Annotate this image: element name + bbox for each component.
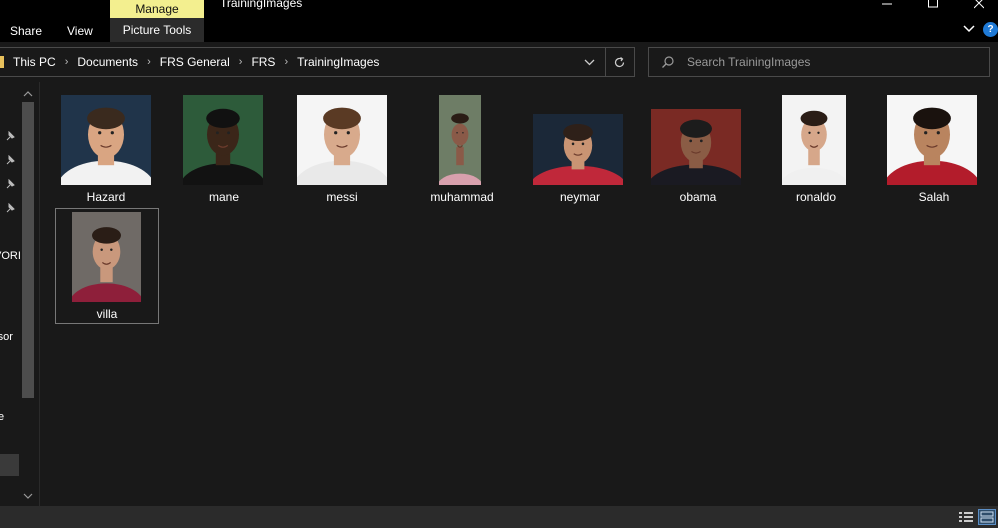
- breadcrumb-item-this-pc[interactable]: This PC: [11, 55, 58, 69]
- details-view-icon[interactable]: [958, 510, 974, 524]
- status-bar: [0, 506, 998, 528]
- file-tile-villa[interactable]: villa: [55, 208, 159, 324]
- file-explorer-window: Manage Picture Tools TrainingImages Shar…: [0, 0, 998, 528]
- file-tile-muhammad[interactable]: muhammad: [410, 91, 514, 205]
- chevron-right-icon[interactable]: ›: [232, 56, 250, 68]
- portrait-image: [782, 95, 846, 185]
- search-icon: [662, 56, 674, 68]
- tab-view[interactable]: View: [67, 24, 93, 38]
- chevron-down-icon: [584, 59, 594, 65]
- file-tile-mane[interactable]: mane: [172, 91, 276, 205]
- address-history-button[interactable]: [581, 54, 597, 70]
- file-name: Salah: [918, 190, 950, 204]
- file-name: ronaldo: [795, 190, 837, 204]
- chevron-right-icon[interactable]: ›: [58, 56, 76, 68]
- portrait-image: [887, 95, 977, 185]
- breadcrumb-item-traininimages[interactable]: TrainingImages: [295, 55, 381, 69]
- address-bar[interactable]: This PC › Documents › FRS General › FRS …: [0, 47, 635, 77]
- file-tile-messi[interactable]: messi: [290, 91, 394, 205]
- chevron-right-icon[interactable]: ›: [140, 56, 158, 68]
- file-name: obama: [679, 190, 717, 204]
- image-thumbnail: [782, 95, 846, 185]
- file-tile-neymar[interactable]: neymar: [528, 91, 632, 205]
- breadcrumb: This PC › Documents › FRS General › FRS …: [11, 48, 381, 76]
- portrait-image: [533, 114, 623, 185]
- pin-icon[interactable]: [6, 155, 16, 165]
- portrait-image: [651, 109, 741, 185]
- maximize-button[interactable]: [910, 0, 956, 10]
- image-thumbnail: [61, 95, 151, 185]
- file-list[interactable]: Hazard mane messi muhammad neymar obama …: [40, 82, 998, 506]
- large-icons-view-icon[interactable]: [978, 509, 996, 525]
- address-row: This PC › Documents › FRS General › FRS …: [0, 42, 998, 82]
- close-button[interactable]: [956, 0, 998, 10]
- file-name: messi: [326, 190, 358, 204]
- image-thumbnail: [887, 95, 977, 185]
- file-tile-ronaldo[interactable]: ronaldo: [764, 91, 868, 205]
- maximize-icon: [928, 0, 938, 8]
- portrait-image: [61, 95, 151, 185]
- picture-tools-tab[interactable]: Picture Tools: [110, 18, 204, 42]
- pin-icon[interactable]: [6, 131, 16, 141]
- portrait-image: [72, 212, 141, 302]
- refresh-icon: [614, 56, 625, 67]
- breadcrumb-item-documents[interactable]: Documents: [75, 55, 140, 69]
- refresh-button[interactable]: [605, 48, 633, 76]
- file-name: Hazard: [86, 190, 126, 204]
- image-thumbnail: [297, 95, 387, 185]
- file-name: muhammad: [430, 190, 494, 204]
- nav-item-label[interactable]: e: [0, 411, 4, 423]
- help-icon[interactable]: ?: [983, 22, 998, 37]
- nav-item-label[interactable]: VORI: [0, 250, 21, 262]
- chevron-down-icon: [23, 493, 33, 499]
- portrait-image: [297, 95, 387, 185]
- scroll-down-button[interactable]: [22, 490, 34, 502]
- image-thumbnail: [183, 95, 263, 185]
- nav-item-label[interactable]: rsor: [0, 331, 13, 343]
- chevron-right-icon[interactable]: ›: [277, 56, 295, 68]
- image-thumbnail: [533, 114, 623, 185]
- file-name: mane: [208, 190, 240, 204]
- image-thumbnail: [651, 109, 741, 185]
- file-name: villa: [96, 307, 118, 321]
- pin-icon[interactable]: [6, 179, 16, 189]
- search-input[interactable]: [687, 48, 983, 76]
- file-tile-hazard[interactable]: Hazard: [54, 91, 158, 205]
- file-name: neymar: [559, 190, 600, 204]
- scroll-up-button[interactable]: [22, 88, 34, 100]
- nav-scrollbar-thumb[interactable]: [22, 102, 34, 398]
- portrait-image: [439, 95, 481, 185]
- minimize-icon: [882, 3, 892, 5]
- chevron-up-icon: [23, 91, 33, 97]
- nav-item-selected[interactable]: [0, 454, 19, 476]
- breadcrumb-item-frs[interactable]: FRS: [249, 55, 277, 69]
- search-box[interactable]: [648, 47, 990, 77]
- pin-icon[interactable]: [6, 203, 16, 213]
- expand-ribbon-button[interactable]: [962, 22, 976, 36]
- manage-contextual-tab[interactable]: Manage: [110, 0, 204, 18]
- title-ribbon-bar: Manage Picture Tools TrainingImages Shar…: [0, 0, 998, 42]
- chevron-down-icon: [963, 25, 975, 33]
- close-icon: [974, 0, 984, 9]
- image-thumbnail: [72, 212, 141, 302]
- breadcrumb-item-frs-general[interactable]: FRS General: [158, 55, 232, 69]
- folder-icon: [0, 56, 4, 68]
- navigation-pane[interactable]: VORI rsor e: [0, 82, 40, 506]
- tab-share[interactable]: Share: [10, 24, 42, 38]
- portrait-image: [183, 95, 263, 185]
- minimize-button[interactable]: [864, 0, 910, 10]
- file-tile-salah[interactable]: Salah: [882, 91, 986, 205]
- window-title: TrainingImages: [220, 0, 303, 10]
- file-tile-obama[interactable]: obama: [646, 91, 750, 205]
- image-thumbnail: [439, 95, 481, 185]
